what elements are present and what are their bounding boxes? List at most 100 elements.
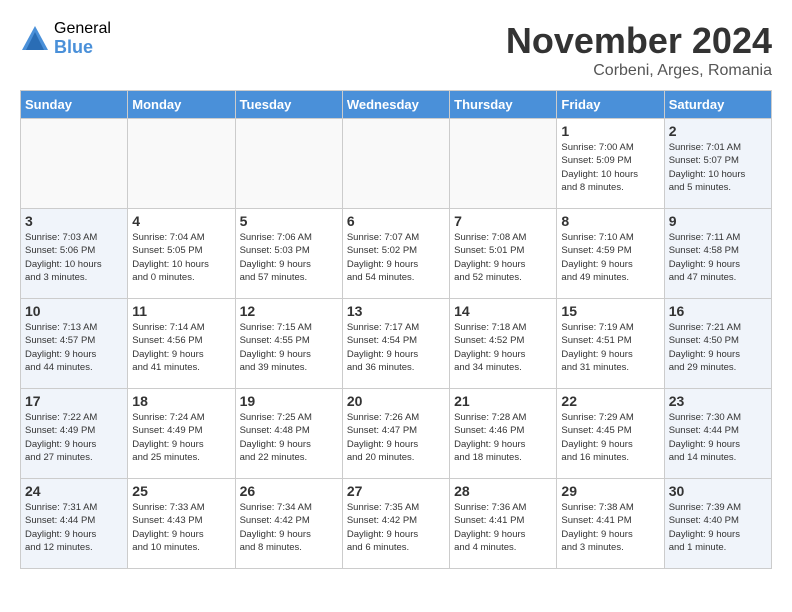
day-number: 4 [132,213,230,229]
day-number: 3 [25,213,123,229]
calendar-cell: 17 Sunrise: 7:22 AM Sunset: 4:49 PM Dayli… [21,389,128,479]
day-info: Sunrise: 7:06 AM Sunset: 5:03 PM Dayligh… [240,231,338,284]
weekday-header-sunday: Sunday [21,91,128,119]
day-number: 18 [132,393,230,409]
day-info: Sunrise: 7:19 AM Sunset: 4:51 PM Dayligh… [561,321,659,374]
day-number: 24 [25,483,123,499]
calendar-cell [450,119,557,209]
calendar-cell: 29Sunrise: 7:38 AM Sunset: 4:41 PM Dayli… [557,479,664,569]
location-subtitle: Corbeni, Arges, Romania [506,62,772,80]
calendar-cell: 14Sunrise: 7:18 AM Sunset: 4:52 PM Dayli… [450,299,557,389]
calendar-cell: 5 Sunrise: 7:06 AM Sunset: 5:03 PM Daylig… [235,209,342,299]
day-number: 22 [561,393,659,409]
calendar-cell: 23 Sunrise: 7:30 AM Sunset: 4:44 PM Dayli… [664,389,771,479]
day-info: Sunrise: 7:36 AM Sunset: 4:41 PM Dayligh… [454,501,552,554]
day-info: Sunrise: 7:29 AM Sunset: 4:45 PM Dayligh… [561,411,659,464]
day-number: 23 [669,393,767,409]
logo: General Blue [20,20,111,57]
day-number: 17 [25,393,123,409]
day-number: 21 [454,393,552,409]
day-number: 29 [561,483,659,499]
day-number: 16 [669,303,767,319]
day-info: Sunrise: 7:21 AM Sunset: 4:50 PM Dayligh… [669,321,767,374]
calendar-week-5: 24 Sunrise: 7:31 AM Sunset: 4:44 PM Dayli… [21,479,772,569]
day-info: Sunrise: 7:31 AM Sunset: 4:44 PM Dayligh… [25,501,123,554]
logo-text: General Blue [54,20,111,57]
day-number: 10 [25,303,123,319]
day-number: 9 [669,213,767,229]
page-header: General Blue November 2024 Corbeni, Arge… [20,20,772,80]
calendar-cell: 12Sunrise: 7:15 AM Sunset: 4:55 PM Dayli… [235,299,342,389]
day-info: Sunrise: 7:18 AM Sunset: 4:52 PM Dayligh… [454,321,552,374]
weekday-header-monday: Monday [128,91,235,119]
weekday-header-tuesday: Tuesday [235,91,342,119]
title-block: November 2024 Corbeni, Arges, Romania [506,20,772,80]
calendar-cell: 6Sunrise: 7:07 AM Sunset: 5:02 PM Daylig… [342,209,449,299]
weekday-header-wednesday: Wednesday [342,91,449,119]
calendar-cell: 26 Sunrise: 7:34 AM Sunset: 4:42 PM Dayli… [235,479,342,569]
day-number: 28 [454,483,552,499]
day-info: Sunrise: 7:22 AM Sunset: 4:49 PM Dayligh… [25,411,123,464]
day-number: 2 [669,123,767,139]
calendar-week-3: 10 Sunrise: 7:13 AM Sunset: 4:57 PM Dayli… [21,299,772,389]
day-info: Sunrise: 7:25 AM Sunset: 4:48 PM Dayligh… [240,411,338,464]
day-info: Sunrise: 7:08 AM Sunset: 5:01 PM Dayligh… [454,231,552,284]
calendar-cell: 18 Sunrise: 7:24 AM Sunset: 4:49 PM Dayli… [128,389,235,479]
calendar-cell: 16 Sunrise: 7:21 AM Sunset: 4:50 PM Dayli… [664,299,771,389]
day-info: Sunrise: 7:14 AM Sunset: 4:56 PM Dayligh… [132,321,230,374]
day-number: 11 [132,303,230,319]
day-info: Sunrise: 7:39 AM Sunset: 4:40 PM Dayligh… [669,501,767,554]
calendar-cell: 1Sunrise: 7:00 AM Sunset: 5:09 PM Daylig… [557,119,664,209]
day-info: Sunrise: 7:13 AM Sunset: 4:57 PM Dayligh… [25,321,123,374]
calendar-cell: 27Sunrise: 7:35 AM Sunset: 4:42 PM Dayli… [342,479,449,569]
calendar-week-4: 17 Sunrise: 7:22 AM Sunset: 4:49 PM Dayli… [21,389,772,479]
calendar-cell: 28 Sunrise: 7:36 AM Sunset: 4:41 PM Dayli… [450,479,557,569]
day-number: 19 [240,393,338,409]
day-info: Sunrise: 7:11 AM Sunset: 4:58 PM Dayligh… [669,231,767,284]
day-number: 8 [561,213,659,229]
day-number: 20 [347,393,445,409]
calendar-cell: 21 Sunrise: 7:28 AM Sunset: 4:46 PM Dayli… [450,389,557,479]
calendar-table: SundayMondayTuesdayWednesdayThursdayFrid… [20,90,772,569]
day-number: 5 [240,213,338,229]
day-number: 12 [240,303,338,319]
day-info: Sunrise: 7:30 AM Sunset: 4:44 PM Dayligh… [669,411,767,464]
weekday-header-thursday: Thursday [450,91,557,119]
day-info: Sunrise: 7:28 AM Sunset: 4:46 PM Dayligh… [454,411,552,464]
calendar-cell: 8Sunrise: 7:10 AM Sunset: 4:59 PM Daylig… [557,209,664,299]
calendar-week-1: 1Sunrise: 7:00 AM Sunset: 5:09 PM Daylig… [21,119,772,209]
calendar-header-row: SundayMondayTuesdayWednesdayThursdayFrid… [21,91,772,119]
calendar-cell: 30 Sunrise: 7:39 AM Sunset: 4:40 PM Dayli… [664,479,771,569]
logo-blue: Blue [54,38,111,58]
day-number: 26 [240,483,338,499]
day-info: Sunrise: 7:17 AM Sunset: 4:54 PM Dayligh… [347,321,445,374]
calendar-cell: 15 Sunrise: 7:19 AM Sunset: 4:51 PM Dayli… [557,299,664,389]
calendar-cell [235,119,342,209]
calendar-cell: 20 Sunrise: 7:26 AM Sunset: 4:47 PM Dayli… [342,389,449,479]
weekday-header-saturday: Saturday [664,91,771,119]
logo-general: General [54,20,111,38]
day-info: Sunrise: 7:35 AM Sunset: 4:42 PM Dayligh… [347,501,445,554]
day-info: Sunrise: 7:07 AM Sunset: 5:02 PM Dayligh… [347,231,445,284]
month-title: November 2024 [506,20,772,62]
day-number: 15 [561,303,659,319]
calendar-cell [128,119,235,209]
day-info: Sunrise: 7:04 AM Sunset: 5:05 PM Dayligh… [132,231,230,284]
calendar-cell [21,119,128,209]
day-number: 13 [347,303,445,319]
day-number: 30 [669,483,767,499]
calendar-cell: 3 Sunrise: 7:03 AM Sunset: 5:06 PM Daylig… [21,209,128,299]
day-number: 1 [561,123,659,139]
calendar-cell: 25Sunrise: 7:33 AM Sunset: 4:43 PM Dayli… [128,479,235,569]
calendar-cell [342,119,449,209]
calendar-cell: 11 Sunrise: 7:14 AM Sunset: 4:56 PM Dayli… [128,299,235,389]
day-info: Sunrise: 7:24 AM Sunset: 4:49 PM Dayligh… [132,411,230,464]
day-info: Sunrise: 7:03 AM Sunset: 5:06 PM Dayligh… [25,231,123,284]
calendar-cell: 10 Sunrise: 7:13 AM Sunset: 4:57 PM Dayli… [21,299,128,389]
day-info: Sunrise: 7:33 AM Sunset: 4:43 PM Dayligh… [132,501,230,554]
day-info: Sunrise: 7:34 AM Sunset: 4:42 PM Dayligh… [240,501,338,554]
day-info: Sunrise: 7:01 AM Sunset: 5:07 PM Dayligh… [669,141,767,194]
calendar-cell: 19 Sunrise: 7:25 AM Sunset: 4:48 PM Dayli… [235,389,342,479]
calendar-cell: 4 Sunrise: 7:04 AM Sunset: 5:05 PM Daylig… [128,209,235,299]
day-info: Sunrise: 7:26 AM Sunset: 4:47 PM Dayligh… [347,411,445,464]
